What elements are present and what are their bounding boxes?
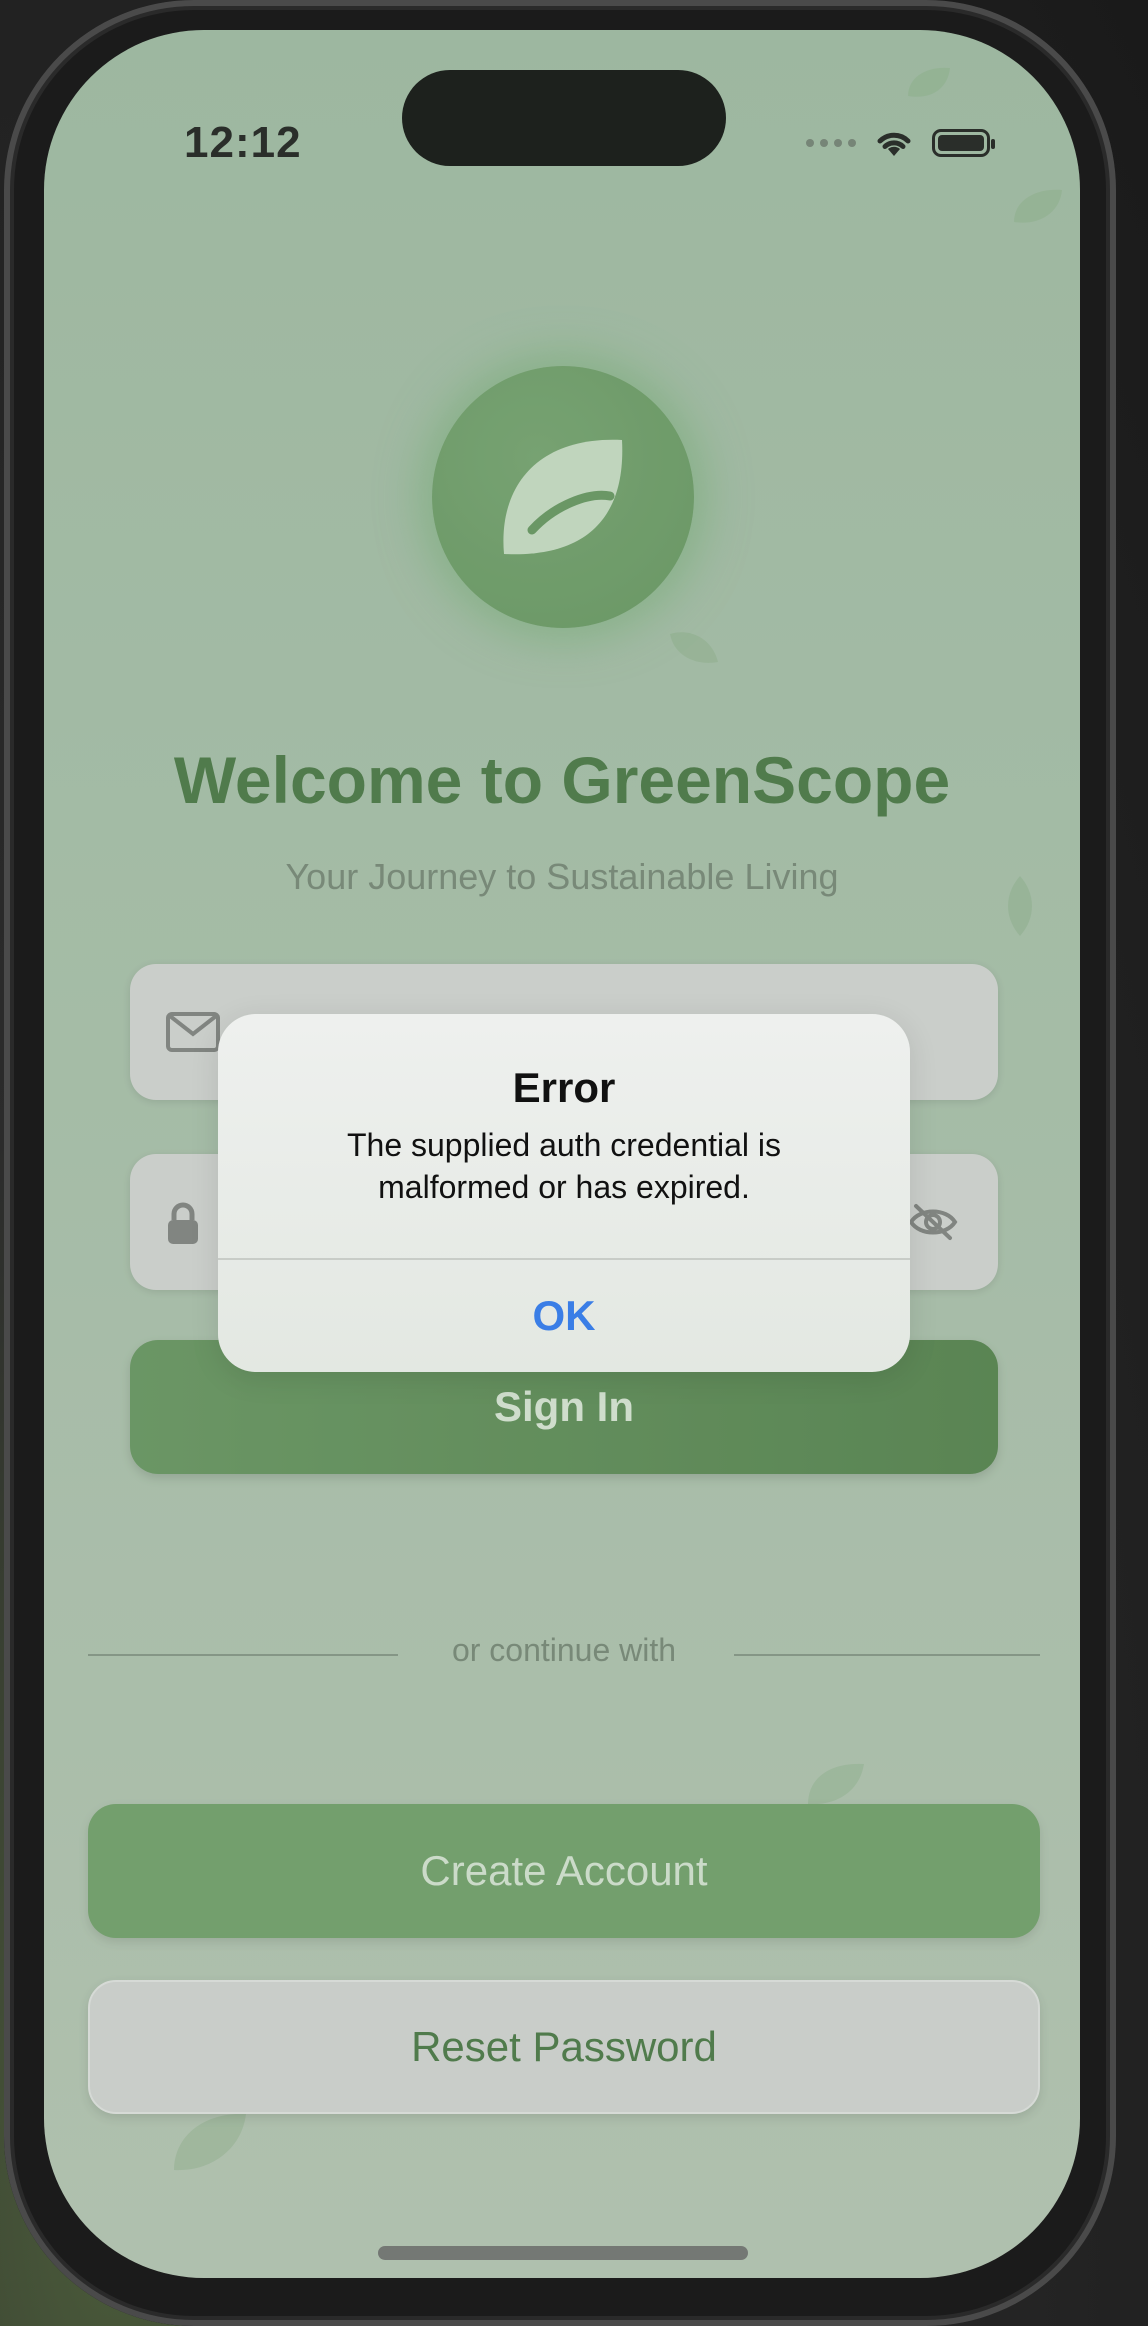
alert-message: The supplied auth credential is malforme… (346, 1127, 782, 1205)
alert-ok-button[interactable]: OK (218, 1260, 910, 1372)
error-alert: Error The supplied auth credential is ma… (218, 1014, 910, 1372)
alert-title: Error (512, 1064, 616, 1111)
app-screen: 12:12 Welcome to GreenScope Your Journey… (44, 30, 1080, 2278)
device-frame: 12:12 Welcome to GreenScope Your Journey… (4, 0, 1116, 2326)
